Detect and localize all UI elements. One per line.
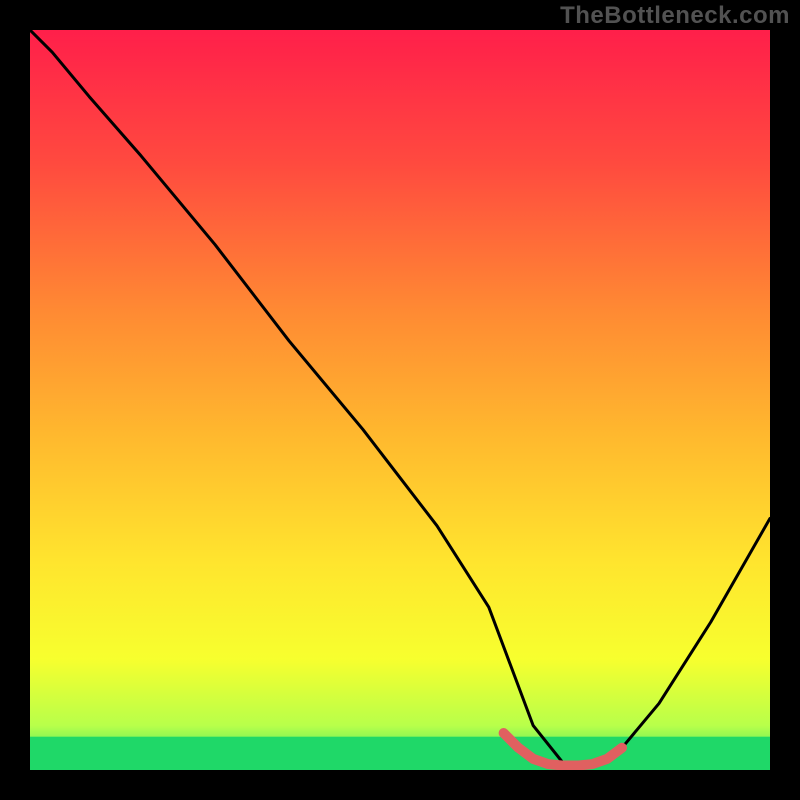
green-band <box>30 737 770 770</box>
gradient-background <box>30 30 770 770</box>
bottleneck-plot <box>30 30 770 770</box>
plot-area <box>30 30 770 770</box>
watermark-text: TheBottleneck.com <box>560 2 790 30</box>
chart-frame: TheBottleneck.com <box>0 0 800 800</box>
